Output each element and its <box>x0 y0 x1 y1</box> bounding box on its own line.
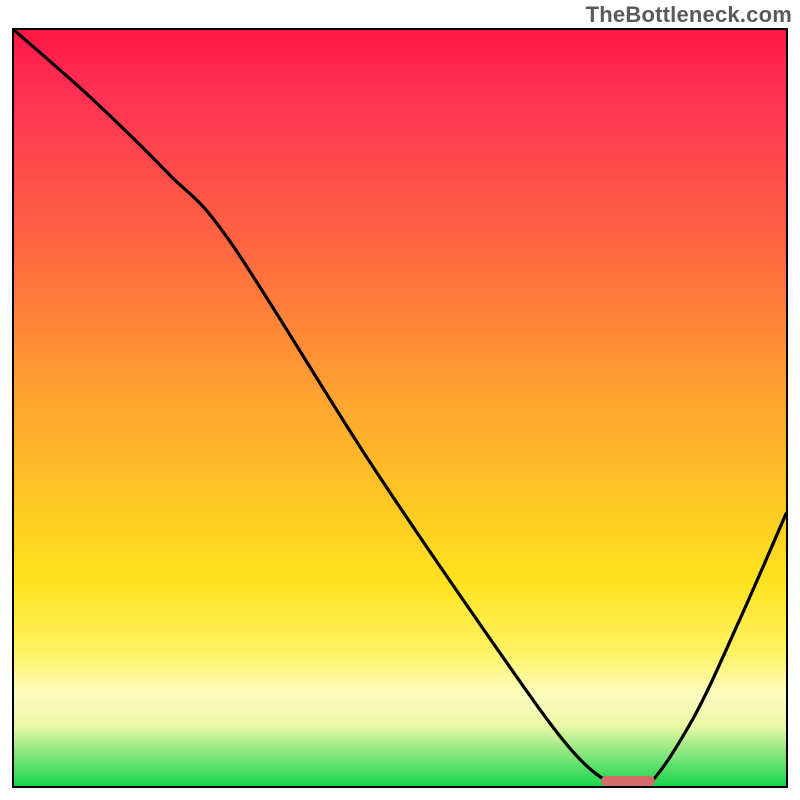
watermark-text: TheBottleneck.com <box>586 2 792 28</box>
bottleneck-curve <box>14 30 786 786</box>
chart-stage: TheBottleneck.com <box>0 0 800 800</box>
optimum-marker <box>601 776 655 786</box>
plot-frame <box>12 28 788 788</box>
